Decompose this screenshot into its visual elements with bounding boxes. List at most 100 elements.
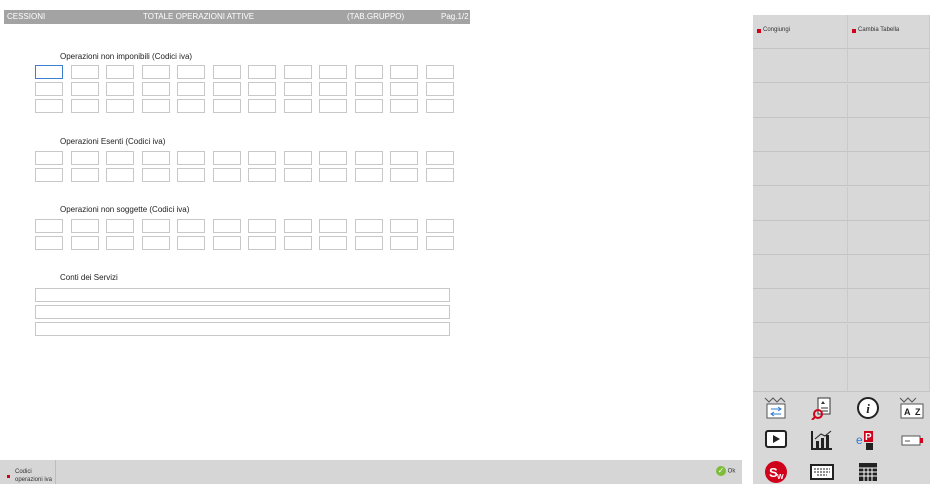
iva-code-input-non-imponibili[interactable] (142, 65, 170, 79)
iva-code-input-non-soggette[interactable] (177, 236, 205, 250)
iva-code-input-non-imponibili[interactable] (177, 82, 205, 96)
iva-code-input-non-soggette[interactable] (319, 219, 347, 233)
iva-code-input-non-imponibili[interactable] (284, 99, 312, 113)
iva-code-input-non-soggette[interactable] (355, 236, 383, 250)
empty-function-button[interactable] (848, 117, 930, 152)
iva-code-input-esenti[interactable] (284, 168, 312, 182)
iva-code-input-non-soggette[interactable] (142, 236, 170, 250)
iva-code-input-esenti[interactable] (142, 151, 170, 165)
iva-code-input-esenti[interactable] (177, 151, 205, 165)
empty-function-button[interactable] (753, 358, 848, 392)
empty-function-button[interactable] (848, 323, 930, 358)
iva-code-input-non-imponibili[interactable] (106, 99, 134, 113)
iva-code-input-non-imponibili[interactable] (355, 65, 383, 79)
iva-code-input-non-soggette[interactable] (355, 219, 383, 233)
iva-code-input-non-imponibili[interactable] (213, 99, 241, 113)
iva-code-input-esenti[interactable] (390, 168, 418, 182)
empty-function-button[interactable] (848, 358, 930, 392)
info-icon[interactable]: i (845, 392, 891, 424)
iva-code-input-esenti[interactable] (106, 151, 134, 165)
empty-function-button[interactable] (848, 220, 930, 255)
iva-code-input-non-imponibili[interactable] (71, 82, 99, 96)
iva-code-input-non-soggette[interactable] (71, 219, 99, 233)
iva-code-input-esenti[interactable] (142, 168, 170, 182)
iva-code-input-esenti[interactable] (319, 151, 347, 165)
iva-code-input-esenti[interactable] (355, 168, 383, 182)
cambia-tabella-button[interactable]: Cambia Tabella (848, 15, 930, 49)
iva-code-input-esenti[interactable] (213, 151, 241, 165)
iva-code-input-non-imponibili[interactable] (213, 82, 241, 96)
iva-code-input-esenti[interactable] (106, 168, 134, 182)
iva-code-input-non-soggette[interactable] (142, 219, 170, 233)
empty-function-button[interactable] (848, 186, 930, 221)
iva-code-input-non-imponibili[interactable] (213, 65, 241, 79)
iva-code-input-esenti[interactable] (213, 168, 241, 182)
iva-code-input-non-imponibili[interactable] (142, 82, 170, 96)
iva-code-input-non-imponibili[interactable] (35, 82, 63, 96)
edit-field-icon[interactable] (891, 424, 930, 456)
iva-code-input-non-imponibili[interactable] (426, 65, 454, 79)
empty-function-button[interactable] (753, 323, 848, 358)
document-search-icon[interactable] (799, 392, 845, 424)
iva-code-input-non-imponibili[interactable] (248, 82, 276, 96)
iva-code-input-non-imponibili[interactable] (390, 82, 418, 96)
iva-code-input-non-soggette[interactable] (213, 219, 241, 233)
congiungi-button[interactable]: Congiungi (753, 15, 848, 49)
ok-button[interactable]: ✓ Ok (716, 466, 735, 476)
iva-code-input-non-imponibili[interactable] (35, 99, 63, 113)
iva-code-input-non-imponibili[interactable] (355, 99, 383, 113)
iva-code-input-non-imponibili[interactable] (106, 82, 134, 96)
keyboard-icon[interactable] (799, 456, 845, 488)
iva-code-input-esenti[interactable] (71, 151, 99, 165)
iva-code-input-non-imponibili[interactable] (319, 65, 347, 79)
iva-code-input-non-soggette[interactable] (106, 219, 134, 233)
iva-code-input-non-imponibili[interactable] (177, 65, 205, 79)
iva-code-input-esenti[interactable] (35, 151, 63, 165)
empty-function-button[interactable] (848, 289, 930, 324)
iva-code-input-non-imponibili[interactable] (71, 99, 99, 113)
codici-operazioni-iva-button[interactable]: Codici operazioni iva (4, 460, 56, 484)
iva-code-input-esenti[interactable] (355, 151, 383, 165)
video-play-icon[interactable] (753, 424, 799, 456)
iva-code-input-non-soggette[interactable] (248, 236, 276, 250)
iva-code-input-esenti[interactable] (426, 151, 454, 165)
iva-code-input-non-soggette[interactable] (177, 219, 205, 233)
iva-code-input-non-imponibili[interactable] (426, 82, 454, 96)
iva-code-input-esenti[interactable] (426, 168, 454, 182)
servizi-field-3[interactable] (35, 322, 450, 336)
iva-code-input-non-imponibili[interactable] (319, 82, 347, 96)
iva-code-input-non-imponibili[interactable] (319, 99, 347, 113)
iva-code-input-non-imponibili[interactable] (390, 99, 418, 113)
iva-code-input-non-imponibili[interactable] (71, 65, 99, 79)
iva-code-input-non-soggette[interactable] (390, 219, 418, 233)
iva-code-input-non-soggette[interactable] (71, 236, 99, 250)
iva-code-input-non-soggette[interactable] (426, 236, 454, 250)
empty-function-button[interactable] (753, 255, 848, 290)
sort-az-icon[interactable]: AZ (891, 392, 930, 424)
iva-code-input-non-soggette[interactable] (248, 219, 276, 233)
iva-code-input-non-imponibili[interactable] (248, 65, 276, 79)
iva-code-input-esenti[interactable] (177, 168, 205, 182)
iva-code-input-non-soggette[interactable] (319, 236, 347, 250)
iva-code-input-non-soggette[interactable] (213, 236, 241, 250)
empty-function-button[interactable] (848, 83, 930, 118)
chart-icon[interactable] (799, 424, 845, 456)
ep-lock-icon[interactable]: eP (845, 424, 891, 456)
empty-function-button[interactable] (753, 220, 848, 255)
empty-function-button[interactable] (848, 152, 930, 187)
empty-function-button[interactable] (753, 186, 848, 221)
empty-function-button[interactable] (753, 152, 848, 187)
servizi-field-1[interactable] (35, 288, 450, 302)
calculator-icon[interactable] (845, 456, 891, 488)
iva-code-input-esenti[interactable] (284, 151, 312, 165)
iva-code-input-non-soggette[interactable] (35, 219, 63, 233)
import-export-icon[interactable] (753, 392, 799, 424)
iva-code-input-non-imponibili[interactable] (177, 99, 205, 113)
iva-code-input-non-soggette[interactable] (106, 236, 134, 250)
iva-code-input-esenti[interactable] (248, 168, 276, 182)
servizi-field-2[interactable] (35, 305, 450, 319)
iva-code-input-non-imponibili[interactable] (142, 99, 170, 113)
iva-code-input-non-imponibili[interactable] (248, 99, 276, 113)
empty-function-button[interactable] (848, 255, 930, 290)
iva-code-input-non-imponibili[interactable] (106, 65, 134, 79)
